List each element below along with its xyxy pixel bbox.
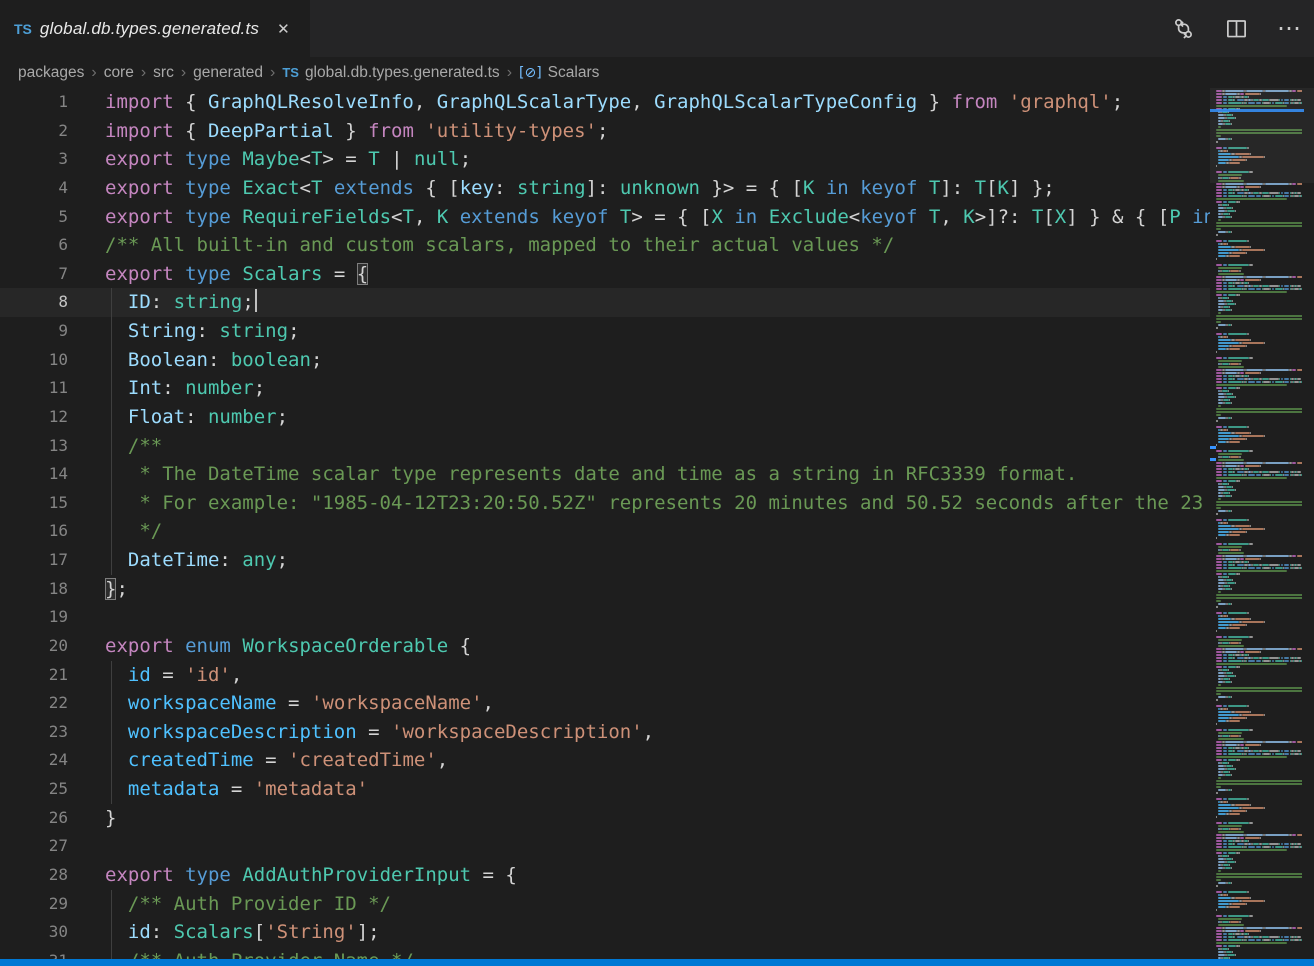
code-line[interactable]: 22 workspaceName = 'workspaceName', — [0, 689, 1314, 718]
line-number: 17 — [0, 546, 68, 575]
tab-global-db-types-generated[interactable]: TS global.db.types.generated.ts ✕ — [0, 0, 310, 57]
line-number: 15 — [0, 489, 68, 518]
line-number: 7 — [0, 260, 68, 289]
tab-bar: TS global.db.types.generated.ts ✕ ⋯ — [0, 0, 1314, 57]
line-number: 13 — [0, 432, 68, 461]
code-line[interactable]: 14 * The DateTime scalar type represents… — [0, 460, 1314, 489]
open-changes-icon[interactable] — [1170, 16, 1196, 42]
status-bar — [0, 959, 1314, 966]
line-number: 11 — [0, 374, 68, 403]
breadcrumb-separator: › — [181, 64, 186, 82]
line-number: 2 — [0, 117, 68, 146]
line-number: 27 — [0, 832, 68, 861]
code-line[interactable]: 20export enum WorkspaceOrderable { — [0, 632, 1314, 661]
code-line[interactable]: 1import { GraphQLResolveInfo, GraphQLSca… — [0, 88, 1314, 117]
line-number: 10 — [0, 346, 68, 375]
minimap-selection-marker — [1210, 446, 1216, 449]
code-line[interactable]: 23 workspaceDescription = 'workspaceDesc… — [0, 718, 1314, 747]
line-number: 21 — [0, 661, 68, 690]
breadcrumb-item-core[interactable]: core — [104, 64, 134, 82]
code-line[interactable]: 4export type Exact<T extends { [key: str… — [0, 174, 1314, 203]
minimap-selection-marker — [1210, 458, 1216, 461]
code-line[interactable]: 8 ID: string; — [0, 288, 1314, 317]
code-line[interactable]: 18}; — [0, 575, 1314, 604]
text-cursor — [255, 289, 257, 312]
code-line[interactable]: 2import { DeepPartial } from 'utility-ty… — [0, 117, 1314, 146]
code-line[interactable]: 24 createdTime = 'createdTime', — [0, 746, 1314, 775]
line-number: 22 — [0, 689, 68, 718]
minimap-slider[interactable] — [1210, 88, 1314, 183]
minimap-content — [1216, 90, 1302, 959]
minimap-cursor-line — [1210, 109, 1304, 112]
code-line[interactable]: 29 /** Auth Provider ID */ — [0, 890, 1314, 919]
line-number: 12 — [0, 403, 68, 432]
code-line[interactable]: 6/** All built-in and custom scalars, ma… — [0, 231, 1314, 260]
line-number: 19 — [0, 603, 68, 632]
typescript-file-icon: TS — [14, 21, 32, 37]
code-line[interactable]: 15 * For example: "1985-04-12T23:20:50.5… — [0, 489, 1314, 518]
line-number: 31 — [0, 947, 68, 959]
line-number: 18 — [0, 575, 68, 604]
symbol-type-icon: [⊘] — [519, 65, 542, 81]
breadcrumb-item-src[interactable]: src — [153, 64, 174, 82]
line-number: 25 — [0, 775, 68, 804]
line-number: 29 — [0, 890, 68, 919]
code-lines: 1import { GraphQLResolveInfo, GraphQLSca… — [0, 88, 1314, 959]
code-line[interactable]: 31 /** Auth Provider Name */ — [0, 947, 1314, 959]
breadcrumb-separator: › — [507, 64, 512, 82]
line-number: 6 — [0, 231, 68, 260]
editor-actions: ⋯ — [1170, 0, 1302, 57]
tab-close-icon[interactable]: ✕ — [273, 18, 294, 40]
line-number: 9 — [0, 317, 68, 346]
line-number: 8 — [0, 288, 68, 317]
line-number: 3 — [0, 145, 68, 174]
line-number: 14 — [0, 460, 68, 489]
code-line[interactable]: 9 String: string; — [0, 317, 1314, 346]
breadcrumb-item-global.db.types.generated.ts[interactable]: TSglobal.db.types.generated.ts — [282, 64, 499, 82]
code-line[interactable]: 28export type AddAuthProviderInput = { — [0, 861, 1314, 890]
code-line[interactable]: 3export type Maybe<T> = T | null; — [0, 145, 1314, 174]
minimap[interactable] — [1210, 88, 1314, 959]
breadcrumb-item-packages[interactable]: packages — [18, 64, 84, 82]
line-number: 16 — [0, 517, 68, 546]
line-number: 30 — [0, 918, 68, 947]
line-number: 5 — [0, 203, 68, 232]
code-line[interactable]: 27 — [0, 832, 1314, 861]
typescript-file-icon: TS — [282, 65, 299, 80]
line-number: 24 — [0, 746, 68, 775]
code-line[interactable]: 10 Boolean: boolean; — [0, 346, 1314, 375]
code-line[interactable]: 11 Int: number; — [0, 374, 1314, 403]
line-number: 1 — [0, 88, 68, 117]
breadcrumb-separator: › — [141, 64, 146, 82]
code-line[interactable]: 16 */ — [0, 517, 1314, 546]
code-editor[interactable]: 1import { GraphQLResolveInfo, GraphQLSca… — [0, 88, 1314, 959]
code-line[interactable]: 19 — [0, 603, 1314, 632]
code-line[interactable]: 7export type Scalars = { — [0, 260, 1314, 289]
line-number: 20 — [0, 632, 68, 661]
breadcrumb-separator: › — [91, 64, 96, 82]
code-line[interactable]: 26} — [0, 804, 1314, 833]
more-actions-icon[interactable]: ⋯ — [1276, 16, 1302, 42]
code-line[interactable]: 12 Float: number; — [0, 403, 1314, 432]
line-number: 28 — [0, 861, 68, 890]
code-line[interactable]: 30 id: Scalars['String']; — [0, 918, 1314, 947]
breadcrumb-item-scalars[interactable]: [⊘]Scalars — [519, 64, 599, 82]
line-number: 4 — [0, 174, 68, 203]
breadcrumb: packages › core › src › generated › TSglobal.db.… — [0, 57, 1314, 88]
line-number: 26 — [0, 804, 68, 833]
split-editor-icon[interactable] — [1223, 16, 1249, 42]
code-line[interactable]: 21 id = 'id', — [0, 661, 1314, 690]
tab-title: global.db.types.generated.ts — [40, 19, 259, 39]
code-line[interactable]: 13 /** — [0, 432, 1314, 461]
breadcrumb-separator: › — [270, 64, 275, 82]
code-line[interactable]: 5export type RequireFields<T, K extends … — [0, 203, 1314, 232]
breadcrumb-item-generated[interactable]: generated — [193, 64, 263, 82]
line-number: 23 — [0, 718, 68, 747]
code-line[interactable]: 25 metadata = 'metadata' — [0, 775, 1314, 804]
code-line[interactable]: 17 DateTime: any; — [0, 546, 1314, 575]
